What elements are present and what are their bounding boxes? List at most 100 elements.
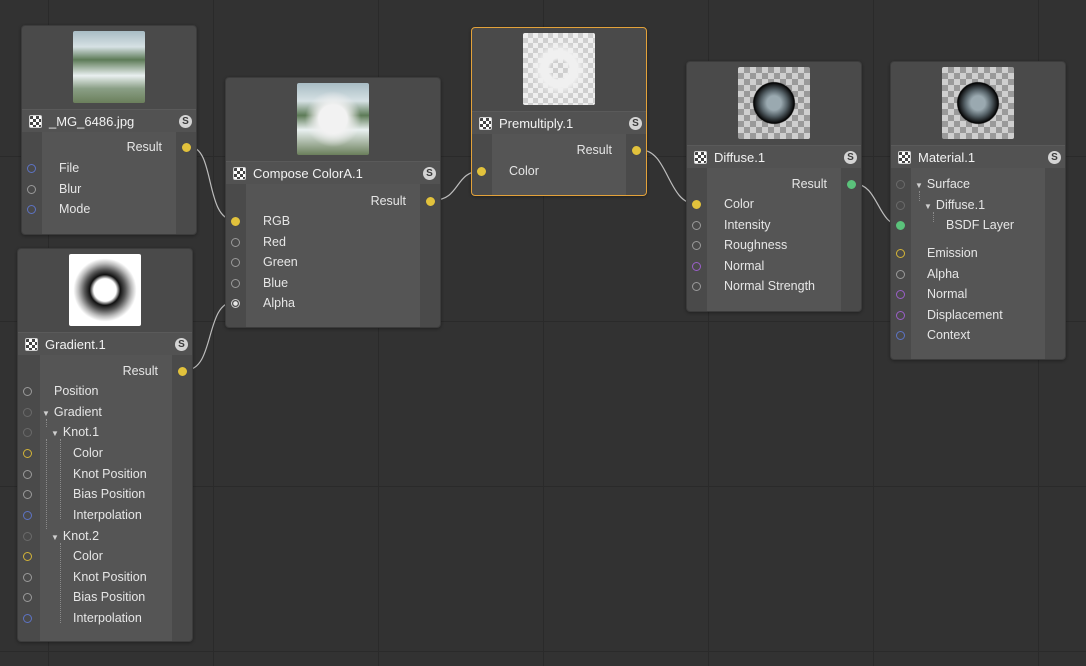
shader-icon [479,116,492,130]
result-output-port[interactable] [426,197,435,206]
input-label: BSDF Layer [946,218,1015,232]
premultiply-node-header[interactable]: Premultiply.1 S [472,111,646,134]
expand-triangle-icon[interactable]: ▼ [924,198,932,216]
material-node-header[interactable]: Material.1 S [891,145,1065,168]
result-output-port[interactable] [182,143,191,152]
result-output-port[interactable] [847,180,856,189]
knot2-color-port[interactable] [23,552,32,561]
shader-icon [233,166,246,180]
input-label: Color [73,549,103,563]
alpha-input-port[interactable] [896,270,905,279]
bsdf-layer-input-port[interactable] [896,221,905,230]
normal-input-port[interactable] [896,290,905,299]
material-node[interactable]: Material.1 S ▼ Surface ▼ Diffuse.1 BSDF La… [890,61,1066,360]
emission-input-port[interactable] [896,249,905,258]
node-title: Diffuse.1 [714,149,766,165]
position-input-port[interactable] [23,387,32,396]
intensity-input-port[interactable] [692,221,701,230]
radial-gradient-thumbnail [69,254,141,326]
diffuse-node-header[interactable]: Diffuse.1 S [687,145,861,168]
input-label: Blue [263,276,289,290]
input-label: Roughness [724,238,788,252]
image-node[interactable]: _MG_6486.jpg S Result File Blur Mode [21,25,197,235]
input-label: Position [54,384,99,398]
solo-badge[interactable]: S [1048,150,1061,164]
solo-badge[interactable]: S [423,166,436,180]
diffuse-node[interactable]: Diffuse.1 S Result Color Intensity Rough… [686,61,862,312]
knot1-bias-port[interactable] [23,490,32,499]
input-label: Interpolation [73,508,142,522]
node-title: Premultiply.1 [499,115,574,131]
expand-triangle-icon[interactable]: ▼ [51,529,59,547]
waterfall-thumbnail [73,31,145,103]
color-input-port[interactable] [692,200,701,209]
knot1-interpolation-port[interactable] [23,511,32,520]
input-label: Bias Position [73,487,146,501]
result-output-port[interactable] [178,367,187,376]
context-input-port[interactable] [896,331,905,340]
knot2-label[interactable]: ▼ Knot.2 [51,527,99,545]
gradient-node-header[interactable]: Gradient.1 S [18,332,192,355]
normal-strength-input-port[interactable] [692,282,701,291]
result-label: Result [370,194,406,208]
mode-input-port[interactable] [27,205,36,214]
result-label: Result [576,143,612,157]
node-title: Gradient.1 [45,336,106,352]
input-label: Bias Position [73,590,146,604]
file-input-port[interactable] [27,164,36,173]
knot1-label[interactable]: ▼ Knot.1 [51,423,99,441]
node-title: Material.1 [918,149,976,165]
knot1-color-port[interactable] [23,449,32,458]
solo-badge[interactable]: S [179,114,192,128]
displacement-input-port[interactable] [896,311,905,320]
solo-badge[interactable]: S [629,116,642,130]
gradient-group-label[interactable]: ▼ Gradient [42,403,102,421]
tree-line [60,439,61,519]
tree-line [933,212,934,222]
shader-icon [898,150,911,164]
input-label: Knot Position [73,570,147,584]
knot2-position-port[interactable] [23,573,32,582]
rgb-input-port[interactable] [231,217,240,226]
surface-group-label[interactable]: ▼ Surface [915,175,970,193]
color-input-port[interactable] [477,167,486,176]
knot2-group-port[interactable] [23,532,32,541]
normal-input-port[interactable] [692,262,701,271]
knot2-interpolation-port[interactable] [23,614,32,623]
expand-triangle-icon[interactable]: ▼ [51,425,59,443]
diffuse-layer-port[interactable] [896,201,905,210]
node-title: Compose ColorA.1 [253,165,363,181]
premultiply-node[interactable]: Premultiply.1 S Result Color [471,27,647,196]
input-label: File [59,161,80,175]
image-node-header[interactable]: _MG_6486.jpg S [22,109,196,132]
input-label: Context [927,328,971,342]
gradient-group-port[interactable] [23,408,32,417]
input-label: Blur [59,182,82,196]
blue-input-port[interactable] [231,279,240,288]
compose-node-header[interactable]: Compose ColorA.1 S [226,161,440,184]
input-label: Intensity [724,218,771,232]
gradient-node[interactable]: Gradient.1 S Result Position ▼ Gradient ▼… [17,248,193,642]
input-label: Normal [724,259,765,273]
compose-color-node[interactable]: Compose ColorA.1 S Result RGB Red Green … [225,77,441,328]
green-input-port[interactable] [231,258,240,267]
input-label: Displacement [927,308,1003,322]
knot2-bias-port[interactable] [23,593,32,602]
shader-icon [25,337,38,351]
shader-icon [694,150,707,164]
input-label: Color [73,446,103,460]
result-output-port[interactable] [632,146,641,155]
knot1-group-port[interactable] [23,428,32,437]
surface-group-port[interactable] [896,180,905,189]
knot1-position-port[interactable] [23,470,32,479]
solo-badge[interactable]: S [844,150,857,164]
solo-badge[interactable]: S [175,337,188,351]
input-label: Alpha [263,296,295,310]
red-input-port[interactable] [231,238,240,247]
result-label: Result [126,140,162,154]
input-label: Red [263,235,286,249]
blur-input-port[interactable] [27,185,36,194]
alpha-input-port[interactable] [231,299,240,308]
tree-line [60,543,61,623]
roughness-input-port[interactable] [692,241,701,250]
